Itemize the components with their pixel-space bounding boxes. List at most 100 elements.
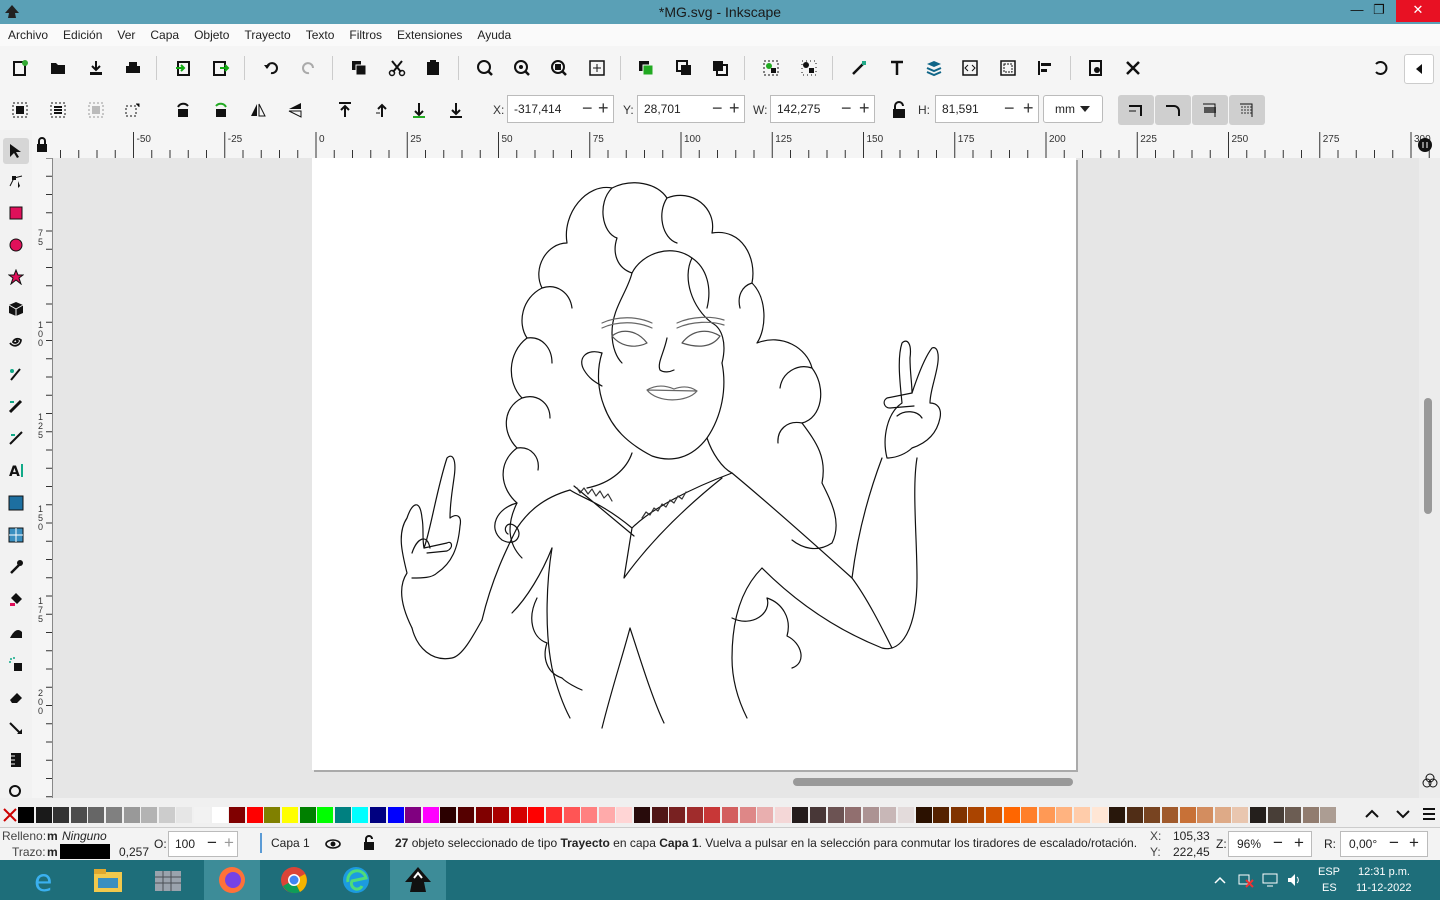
fill-value[interactable]: Ninguno [62,829,107,843]
open-button[interactable] [46,56,70,80]
paste-button[interactable] [421,56,445,80]
taskbar-chrome[interactable] [266,860,322,900]
zoom-page-button[interactable] [547,56,571,80]
ungroup-button[interactable] [797,56,821,80]
text-font-button[interactable] [885,56,909,80]
tools-button[interactable] [1121,56,1145,80]
palette-swatch[interactable] [158,807,175,823]
palette-swatch[interactable] [915,807,932,823]
x-decrement-button[interactable]: − [582,98,593,119]
menu-texto[interactable]: Texto [298,24,342,42]
palette-swatch[interactable] [264,807,281,823]
menu-ayuda[interactable]: Ayuda [469,24,518,42]
tweak-tool[interactable] [6,622,26,642]
measure-tool[interactable] [6,750,26,770]
opacity-decrement-button[interactable]: − [207,833,217,853]
palette-swatch[interactable] [669,807,686,823]
clock-time[interactable]: 12:31 p.m. [1358,866,1410,878]
palette-swatch[interactable] [704,807,721,823]
zoom-selection-button[interactable] [473,56,497,80]
lock-proportions-button[interactable] [887,98,911,122]
x-increment-button[interactable]: + [598,98,609,119]
palette-swatch[interactable] [510,807,527,823]
palette-swatch[interactable] [792,807,809,823]
bezier-tool[interactable] [6,364,26,384]
group-button[interactable] [759,56,783,80]
palette-swatch[interactable] [282,807,298,823]
rotate-cw-button[interactable] [209,98,233,122]
palette-swatch[interactable] [686,807,703,823]
y-increment-button[interactable]: + [729,98,740,119]
deselect-button[interactable] [84,98,108,122]
palette-swatch[interactable] [581,807,598,823]
zoom-center-button[interactable] [585,56,609,80]
palette-swatch[interactable] [1003,807,1020,823]
palette-swatch[interactable] [651,807,668,823]
palette-swatch[interactable] [1197,807,1214,823]
palette-swatch[interactable] [1285,807,1302,823]
palette-swatch[interactable] [1179,807,1196,823]
palette-swatch[interactable] [880,807,897,823]
rotation-increment-button[interactable]: + [1409,833,1419,853]
palette-swatch[interactable] [70,807,87,823]
snap-toggle-button[interactable] [1369,56,1393,80]
mesh-tool[interactable] [6,525,26,545]
palette-swatch[interactable] [1162,807,1178,823]
paint-bucket-tool[interactable] [6,589,26,609]
w-field[interactable]: 142,275 − + [770,95,875,123]
language-bottom[interactable]: ES [1322,882,1337,894]
palette-swatch[interactable] [35,807,52,823]
palette-swatch[interactable] [722,807,738,823]
palette-swatch[interactable] [88,807,105,823]
transform-patterns-toggle[interactable] [1229,95,1265,125]
palette-swatch[interactable] [422,807,439,823]
menu-archivo[interactable]: Archivo [0,24,55,42]
3d-box-tool[interactable] [6,299,26,319]
palette-swatch[interactable] [845,807,862,823]
copy-button[interactable] [347,56,371,80]
zoom-drawing-button[interactable] [510,56,534,80]
palette-swatch[interactable] [968,807,985,823]
palette-swatch[interactable] [1320,807,1337,823]
text-tool[interactable]: A [6,460,26,480]
restore-button[interactable]: ❐ [1364,0,1394,22]
x-field[interactable]: -317,414 − + [507,95,614,123]
vertical-scrollbar-thumb[interactable] [1424,398,1432,514]
rotate-ccw-button[interactable] [171,98,195,122]
drawing-line-art[interactable] [312,158,1076,770]
no-paint-swatch-icon[interactable] [2,807,18,823]
ellipse-tool[interactable] [6,235,26,255]
palette-swatch[interactable] [440,807,457,823]
palette-swatch[interactable] [862,807,879,823]
horizontal-scrollbar-thumb[interactable] [793,778,1073,786]
zoom-fit-icon[interactable] [1417,137,1435,155]
select-same-button[interactable] [120,98,144,122]
export-button[interactable] [209,56,233,80]
palette-swatch[interactable] [211,807,228,823]
connector-tool[interactable] [6,718,26,738]
zoom-out-button[interactable]: − [1273,833,1283,853]
spray-tool[interactable] [6,654,26,674]
menu-objeto[interactable]: Objeto [186,24,236,42]
palette-swatch[interactable] [739,807,756,823]
commands-overflow-button[interactable] [1404,54,1434,84]
menu-extensiones[interactable]: Extensiones [389,24,469,42]
scale-corners-toggle[interactable] [1155,95,1191,125]
palette-swatch[interactable] [1074,807,1090,823]
palette-swatch[interactable] [246,807,263,823]
zoom-tool[interactable] [6,782,26,802]
palette-swatch[interactable] [387,807,404,823]
palette-scroll-up-icon[interactable] [1364,807,1380,821]
menu-ver[interactable]: Ver [109,24,142,42]
align-distribute-button[interactable] [1033,56,1057,80]
tray-overflow-icon[interactable] [1214,876,1226,884]
rotation-decrement-button[interactable]: − [1389,833,1399,853]
node-tool[interactable] [6,170,26,190]
w-decrement-button[interactable]: − [841,98,852,119]
palette-swatch[interactable] [475,807,492,823]
unlink-clone-button[interactable] [708,56,732,80]
display-icon[interactable] [1262,872,1278,888]
palette-swatch[interactable] [757,807,774,823]
stroke-width[interactable]: 0,257 [119,845,149,859]
redo-button[interactable] [297,56,321,80]
